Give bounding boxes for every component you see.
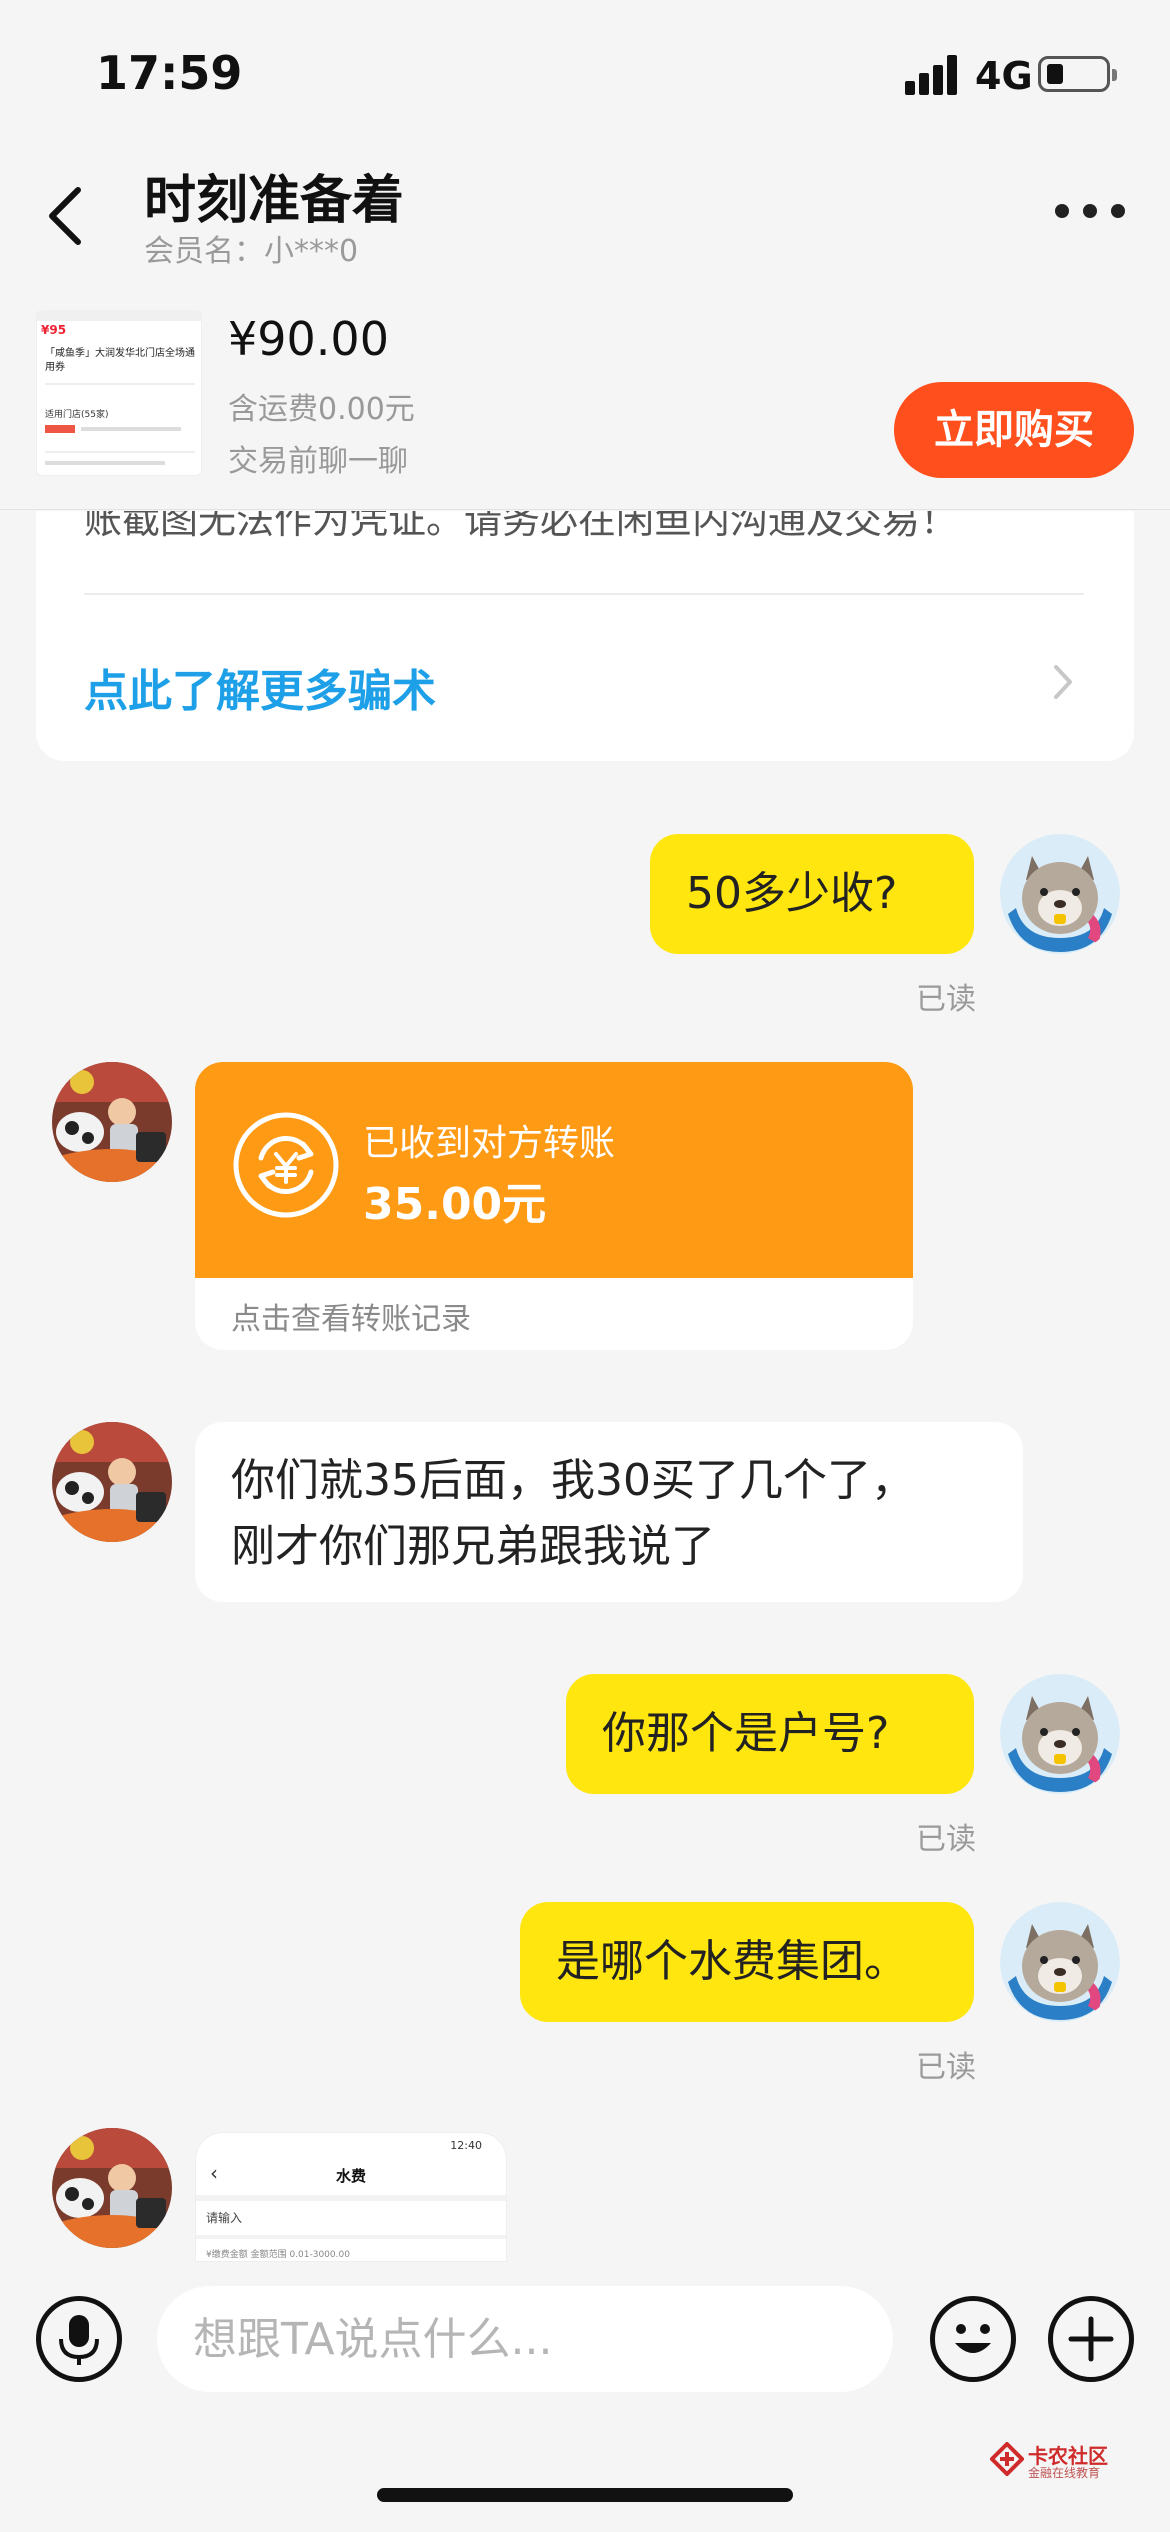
my-avatar[interactable] — [1000, 1674, 1120, 1794]
outgoing-message[interactable]: 50多少收? — [650, 834, 974, 954]
product-bar: ¥95 「咸鱼季」大润发华北门店全场通用券 适用门店(55家) ¥90.00 含… — [0, 290, 1170, 510]
transfer-label: 已收到对方转账 — [363, 1123, 616, 1164]
shipping-fee: 含运费0.00元 — [228, 392, 415, 427]
cat-avatar-icon — [1000, 1674, 1120, 1794]
signal-icon — [905, 55, 959, 95]
product-price: ¥90.00 — [228, 312, 389, 366]
watermark-tagline: 金融在线教育 — [1028, 2466, 1101, 2480]
cat-avatar-icon — [1000, 1902, 1120, 2022]
message-line: 刚才你们那兄弟跟我说了 — [231, 1521, 715, 1572]
preview-back-icon: ‹ — [210, 2161, 218, 2185]
my-avatar[interactable] — [1000, 834, 1120, 954]
outgoing-message[interactable]: 你那个是户号? — [566, 1674, 974, 1794]
status-time: 17:59 — [96, 46, 243, 100]
read-status: 已读 — [916, 982, 976, 1017]
user-photo-avatar — [52, 2128, 172, 2248]
preview-input-hint: 请输入 — [206, 2211, 243, 2225]
user-photo-avatar — [52, 1062, 172, 1182]
read-status: 已读 — [916, 1822, 976, 1857]
chevron-left-icon — [49, 187, 81, 245]
image-message[interactable]: 12:40 ‹ 水费 请输入 ¥缴费金额 金额范围 0.01-3000.00 — [195, 2132, 507, 2262]
chat-hint: 交易前聊一聊 — [228, 444, 408, 479]
divider — [84, 593, 1084, 595]
chat-header: 时刻准备着 会员名：小***0 — [0, 150, 1170, 290]
seller-avatar[interactable] — [52, 1062, 172, 1182]
more-icon — [1055, 204, 1125, 218]
cat-avatar-icon — [1000, 834, 1120, 954]
preview-amount-label: ¥缴费金额 金额范围 0.01-3000.00 — [206, 2250, 350, 2260]
watermark-logo-icon — [990, 2442, 1024, 2476]
emoji-icon — [955, 2324, 991, 2353]
thumb-line: 适用门店(55家) — [45, 410, 109, 420]
my-avatar[interactable] — [1000, 1902, 1120, 2022]
transfer-amount: 35.00元 — [363, 1179, 547, 1230]
thumb-title: 「咸鱼季」大润发华北门店全场通用券 — [45, 348, 195, 373]
more-button[interactable] — [1052, 196, 1128, 226]
user-photo-avatar — [52, 1422, 172, 1542]
emoji-button[interactable] — [930, 2296, 1016, 2382]
add-button[interactable] — [1048, 2296, 1134, 2382]
plus-icon — [1068, 2316, 1114, 2362]
status-bar: 17:59 4G — [0, 0, 1170, 150]
voice-button[interactable] — [36, 2296, 122, 2382]
message-input[interactable] — [157, 2286, 893, 2392]
battery-icon — [1038, 56, 1117, 92]
message-line: 你们就35后面，我30买了几个了， — [231, 1455, 915, 1506]
transfer-record-link[interactable]: 点击查看转账记录 — [231, 1294, 471, 1338]
product-thumbnail[interactable]: ¥95 「咸鱼季」大润发华北门店全场通用券 适用门店(55家) — [36, 310, 202, 476]
read-status: 已读 — [916, 2050, 976, 2085]
buy-now-button[interactable]: 立即购买 — [894, 382, 1134, 478]
chevron-right-icon — [1054, 665, 1072, 699]
incoming-message[interactable]: 你们就35后面，我30买了几个了， 刚才你们那兄弟跟我说了 — [195, 1422, 1023, 1602]
chat-title: 时刻准备着 — [144, 171, 405, 231]
network-label: 4G — [975, 54, 1033, 98]
transfer-card-header: 已收到对方转账 35.00元 — [195, 1062, 913, 1278]
notice-text: 账截图无法作为凭证。请务必在闲鱼内沟通及交易！ — [84, 511, 959, 542]
preview-title: 水费 — [336, 2167, 367, 2185]
microphone-icon — [59, 2315, 99, 2365]
seller-avatar[interactable] — [52, 2128, 172, 2248]
home-indicator — [377, 2488, 793, 2502]
member-name: 会员名：小***0 — [144, 234, 359, 269]
outgoing-message[interactable]: 是哪个水费集团。 — [520, 1902, 974, 2022]
learn-scams-link[interactable]: 点此了解更多骗术 — [84, 655, 436, 719]
seller-avatar[interactable] — [52, 1422, 172, 1542]
thumb-price: ¥95 — [41, 323, 67, 337]
transfer-card[interactable]: 已收到对方转账 35.00元 点击查看转账记录 — [195, 1062, 913, 1350]
preview-time: 12:40 — [450, 2139, 482, 2152]
back-button[interactable] — [36, 176, 96, 256]
yuan-transfer-icon — [233, 1112, 339, 1218]
safety-notice-card: 账截图无法作为凭证。请务必在闲鱼内沟通及交易！ 点此了解更多骗术 — [36, 511, 1134, 761]
watermark: 卡农社区 金融在线教育 — [990, 2440, 1110, 2480]
